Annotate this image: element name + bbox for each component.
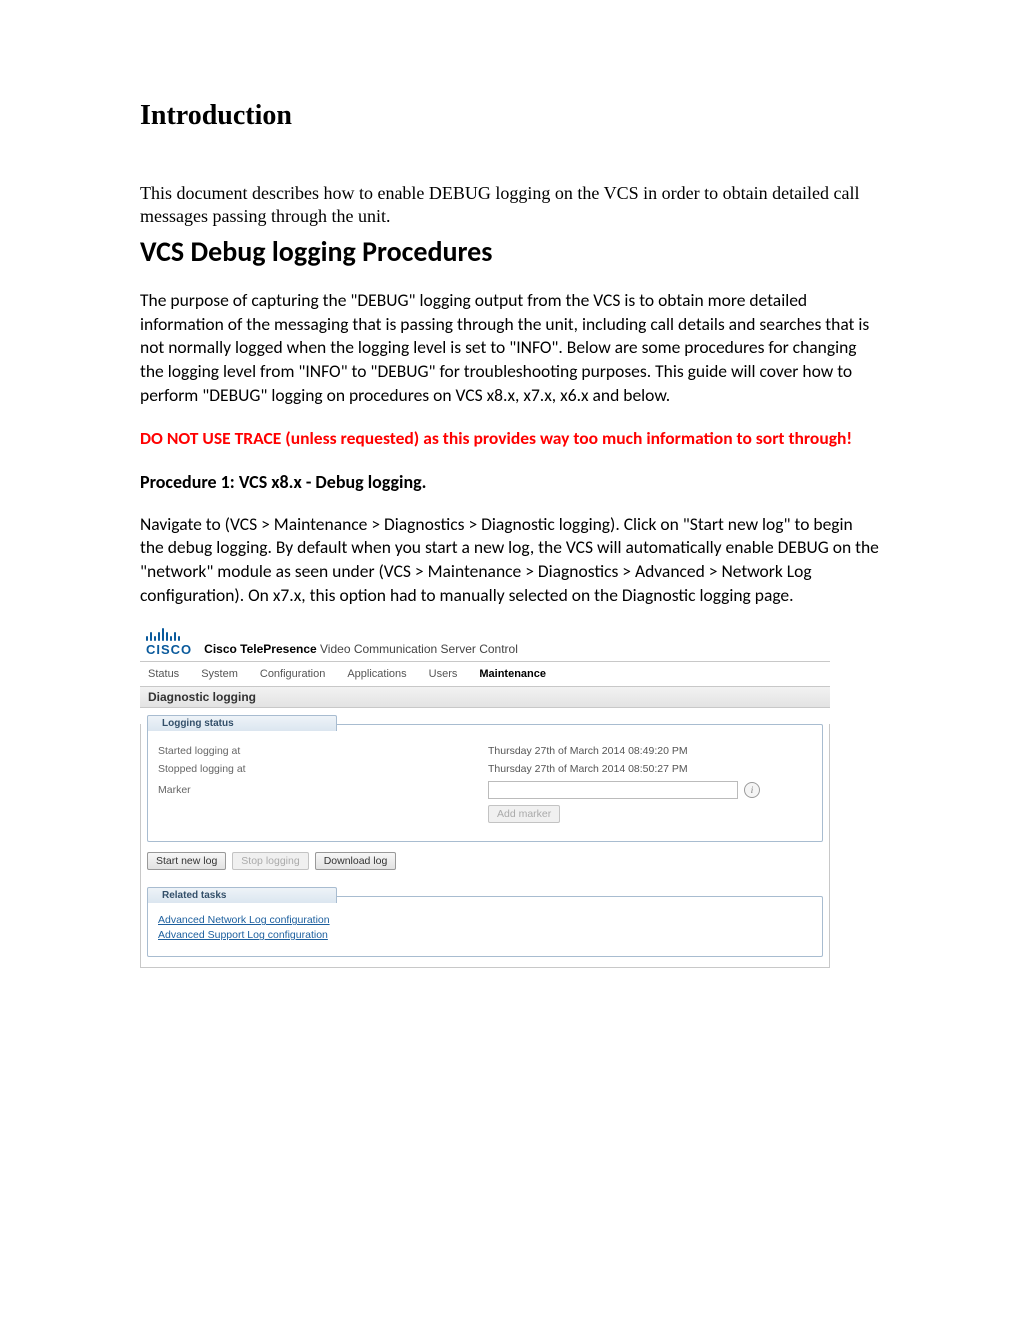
- warning-paragraph: DO NOT USE TRACE (unless requested) as t…: [140, 427, 880, 451]
- group-logging-status: Logging status Started logging at Thursd…: [147, 724, 823, 842]
- label-marker: Marker: [158, 784, 488, 796]
- cisco-bars-icon: [146, 627, 180, 641]
- procedure-1-paragraph: Navigate to (VCS > Maintenance > Diagnos…: [140, 513, 880, 608]
- heading-procedure-1: Procedure 1: VCS x8.x - Debug logging.: [140, 471, 880, 493]
- label-stopped-logging: Stopped logging at: [158, 763, 488, 775]
- label-started-logging: Started logging at: [158, 745, 488, 757]
- marker-input[interactable]: [488, 781, 738, 799]
- stop-logging-button[interactable]: Stop logging: [232, 852, 308, 870]
- row-marker: Marker i: [158, 781, 812, 799]
- intro-paragraph: This document describes how to enable DE…: [140, 182, 880, 228]
- info-icon[interactable]: i: [744, 782, 760, 798]
- log-action-buttons: Start new log Stop logging Download log: [147, 852, 823, 870]
- purpose-paragraph: The purpose of capturing the "DEBUG" log…: [140, 289, 880, 407]
- link-advanced-network-log-config[interactable]: Advanced Network Log configuration: [158, 914, 812, 926]
- tab-applications[interactable]: Applications: [347, 668, 406, 680]
- product-title: Cisco TelePresence Video Communication S…: [204, 642, 518, 657]
- panel-area: Logging status Started logging at Thursd…: [140, 724, 830, 968]
- embedded-screenshot: CISCO Cisco TelePresence Video Communica…: [140, 627, 830, 968]
- brand-row: CISCO Cisco TelePresence Video Communica…: [140, 627, 830, 661]
- start-new-log-button[interactable]: Start new log: [147, 852, 226, 870]
- tab-status[interactable]: Status: [148, 668, 179, 680]
- cisco-wordmark: CISCO: [146, 642, 192, 657]
- group-tab-logging-status: Logging status: [147, 715, 337, 731]
- download-log-button[interactable]: Download log: [315, 852, 397, 870]
- product-title-rest: Video Communication Server Control: [317, 642, 518, 656]
- tab-configuration[interactable]: Configuration: [260, 668, 325, 680]
- top-nav-tabs: Status System Configuration Applications…: [140, 661, 830, 687]
- tab-system[interactable]: System: [201, 668, 238, 680]
- link-advanced-support-log-config[interactable]: Advanced Support Log configuration: [158, 929, 812, 941]
- heading-vcs-debug-procedures: VCS Debug logging Procedures: [140, 234, 880, 269]
- section-title-diagnostic-logging: Diagnostic logging: [140, 687, 830, 708]
- cisco-logo: CISCO: [146, 627, 192, 657]
- tab-maintenance[interactable]: Maintenance: [479, 668, 546, 680]
- product-title-bold: Cisco TelePresence: [204, 642, 317, 656]
- add-marker-button[interactable]: Add marker: [488, 805, 560, 823]
- value-stopped-logging: Thursday 27th of March 2014 08:50:27 PM: [488, 763, 688, 775]
- page-heading-introduction: Introduction: [140, 100, 880, 132]
- group-tab-related-tasks: Related tasks: [147, 887, 337, 903]
- row-stopped-logging: Stopped logging at Thursday 27th of Marc…: [158, 763, 812, 775]
- row-started-logging: Started logging at Thursday 27th of Marc…: [158, 745, 812, 757]
- value-started-logging: Thursday 27th of March 2014 08:49:20 PM: [488, 745, 688, 757]
- tab-users[interactable]: Users: [429, 668, 458, 680]
- group-related-tasks: Related tasks Advanced Network Log confi…: [147, 896, 823, 957]
- row-add-marker: Add marker: [158, 805, 812, 823]
